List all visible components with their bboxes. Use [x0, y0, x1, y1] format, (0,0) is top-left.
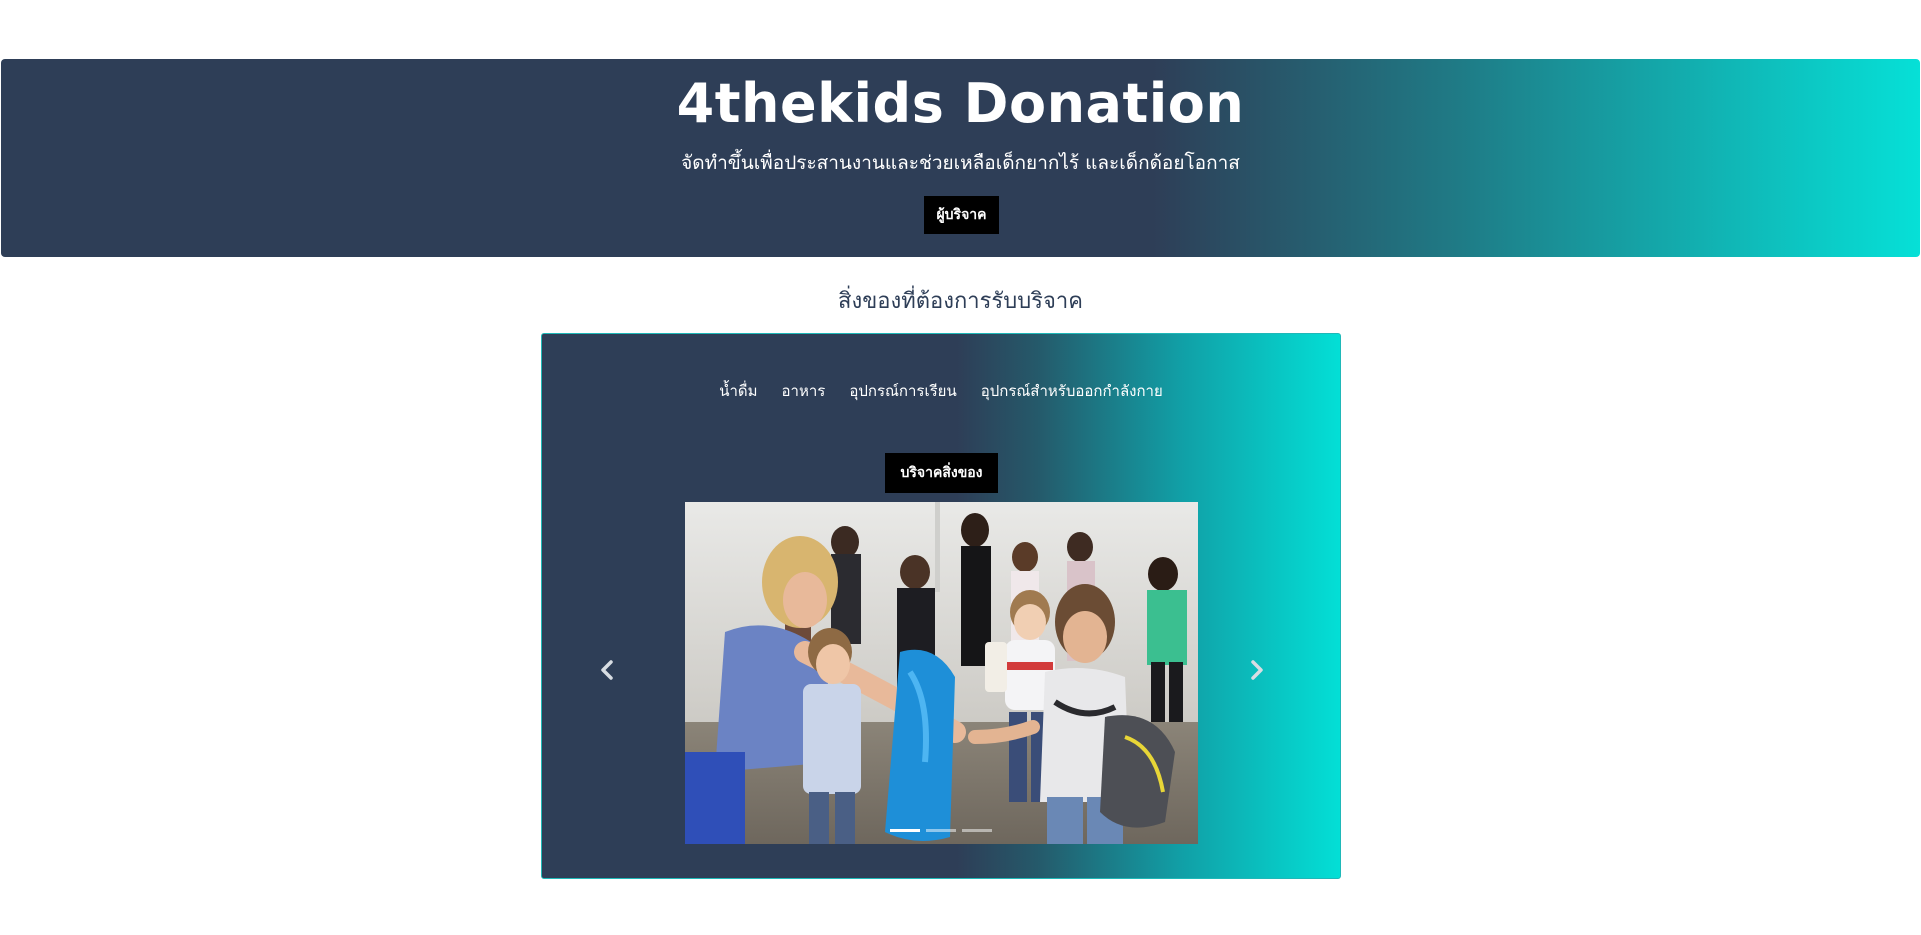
- site-title: 4thekids Donation: [676, 72, 1245, 135]
- donor-button[interactable]: ผู้บริจาค: [924, 196, 999, 234]
- carousel-indicator-1[interactable]: [890, 829, 920, 832]
- carousel-prev-button[interactable]: [592, 650, 622, 690]
- donation-items-panel: น้ำดื่ม อาหาร อุปกรณ์การเรียน อุปกรณ์สำห…: [541, 333, 1341, 879]
- children-donation-photo: [685, 502, 1198, 844]
- donate-items-button[interactable]: บริจาคสิ่งของ: [885, 453, 998, 493]
- site-subtitle: จัดทำขึ้นเพื่อประสานงานและช่วยเหลือเด็กย…: [681, 152, 1240, 174]
- section-heading: สิ่งของที่ต้องการรับบริจาค: [838, 289, 1083, 314]
- tab-food[interactable]: อาหาร: [770, 380, 838, 402]
- carousel-next-button[interactable]: [1242, 650, 1272, 690]
- hero-banner: 4thekids Donation จัดทำขึ้นเพื่อประสานงา…: [1, 59, 1920, 257]
- tab-exercise-equipment[interactable]: อุปกรณ์สำหรับออกกำลังกาย: [969, 380, 1175, 402]
- carousel-indicators: [542, 829, 1340, 832]
- chevron-left-icon: [601, 660, 613, 680]
- carousel-indicator-3[interactable]: [962, 829, 992, 832]
- chevron-right-icon: [1251, 660, 1263, 680]
- carousel-slide-photo: [685, 502, 1198, 844]
- carousel-indicator-2[interactable]: [926, 829, 956, 832]
- tab-drinking-water[interactable]: น้ำดื่ม: [707, 380, 769, 402]
- tab-school-supplies[interactable]: อุปกรณ์การเรียน: [837, 380, 968, 402]
- item-category-tabs: น้ำดื่ม อาหาร อุปกรณ์การเรียน อุปกรณ์สำห…: [542, 380, 1340, 402]
